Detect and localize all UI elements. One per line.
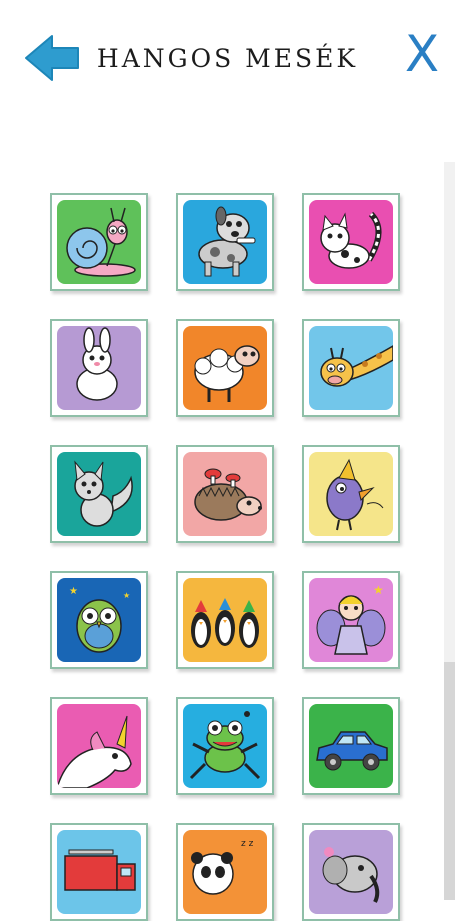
fairy-icon: ★: [316, 583, 386, 655]
tile-elephant[interactable]: [302, 823, 400, 921]
tile-background: ★ ★: [57, 578, 141, 662]
tile-background: [183, 326, 267, 410]
tile-background: [183, 704, 267, 788]
tile-background: [183, 578, 267, 662]
tile-background: [183, 200, 267, 284]
tile-cat[interactable]: [302, 193, 400, 291]
tile-snail[interactable]: [50, 193, 148, 291]
rabbit-icon: [76, 327, 118, 401]
sheep-icon: [194, 345, 260, 402]
car-icon: [316, 731, 388, 771]
tile-background: [57, 452, 141, 536]
top-bar: HANGOS MESÉK X: [0, 0, 455, 120]
dog-icon: [198, 206, 256, 277]
panda-icon: z z: [191, 839, 254, 895]
tile-panda[interactable]: z z: [176, 823, 274, 921]
snail-icon: [66, 207, 136, 277]
tile-background: z z: [183, 830, 267, 914]
tile-giraffe[interactable]: [302, 319, 400, 417]
tile-sheep[interactable]: [176, 319, 274, 417]
tile-fairy[interactable]: ★: [302, 571, 400, 669]
owl-icon: ★ ★: [69, 586, 130, 653]
tile-background: [309, 452, 393, 536]
svg-text:★: ★: [373, 583, 384, 597]
tile-background: ★: [309, 578, 393, 662]
bird-icon: [326, 458, 384, 531]
svg-text:★: ★: [123, 591, 130, 600]
scrollbar-thumb[interactable]: [444, 662, 455, 900]
unicorn-icon: [57, 715, 132, 788]
tile-background: [57, 200, 141, 284]
scrollbar[interactable]: [444, 162, 455, 900]
tile-owl[interactable]: ★ ★: [50, 571, 148, 669]
tile-unicorn[interactable]: [50, 697, 148, 795]
giraffe-icon: [320, 345, 393, 387]
svg-text:★: ★: [69, 586, 78, 597]
elephant-icon: [322, 847, 380, 903]
tile-hedgehog[interactable]: [176, 445, 274, 543]
fox-icon: [74, 460, 133, 527]
cat-icon: [320, 211, 382, 269]
tile-car[interactable]: [302, 697, 400, 795]
tile-background: [57, 704, 141, 788]
page-title: HANGOS MESÉK: [96, 44, 359, 73]
tile-background: [309, 200, 393, 284]
tile-background: [309, 326, 393, 410]
svg-text:z z: z z: [241, 839, 254, 849]
frog-icon: [189, 711, 261, 780]
tile-frog[interactable]: [176, 697, 274, 795]
tile-background: [57, 830, 141, 914]
tile-penguins[interactable]: [176, 571, 274, 669]
tile-background: [309, 830, 393, 914]
tile-background: [57, 326, 141, 410]
hedgehog-icon: [194, 468, 262, 521]
close-button[interactable]: X: [400, 26, 444, 82]
tile-dog[interactable]: [176, 193, 274, 291]
tile-bird[interactable]: [302, 445, 400, 543]
tile-fox[interactable]: [50, 445, 148, 543]
tile-fire-truck[interactable]: [50, 823, 148, 921]
fire-truck-icon: [64, 849, 136, 891]
tile-background: [309, 704, 393, 788]
tile-background: [183, 452, 267, 536]
tile-rabbit[interactable]: [50, 319, 148, 417]
penguins-icon: [191, 598, 259, 648]
